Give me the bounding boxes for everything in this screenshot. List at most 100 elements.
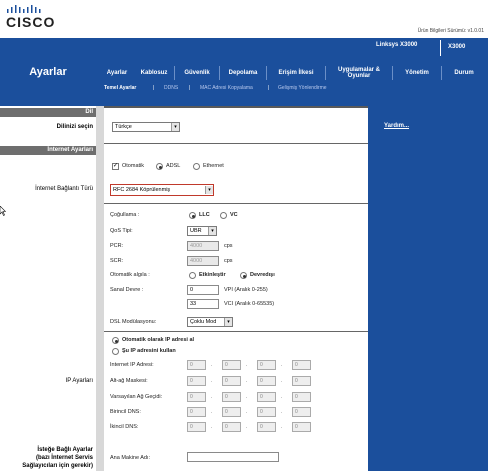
tab-uygulamalar-oyunlar[interactable]: Uygulamalar & Oyunlar xyxy=(326,62,392,84)
ip-octet-input[interactable]: 0 xyxy=(222,360,241,370)
ip-octet-input[interactable]: 0 xyxy=(292,376,311,386)
page-title: Ayarlar xyxy=(0,38,96,106)
tab-depolama[interactable]: Depolama xyxy=(220,62,266,84)
tab-yonetim[interactable]: Yönetim xyxy=(393,62,441,84)
vci-input[interactable]: 33 xyxy=(187,299,219,309)
hostname-input[interactable] xyxy=(187,452,279,462)
ip-octet-separator: . xyxy=(246,362,248,368)
subtab-gelismis-yonlendirme[interactable]: Gelişmiş Yönlendirme xyxy=(278,85,327,91)
brand-logo-text: CISCO xyxy=(6,14,56,30)
auto-detect-checkbox[interactable]: ✓ xyxy=(112,163,119,170)
ip-octet-separator: . xyxy=(281,424,283,430)
ip-octet-input[interactable]: 0 xyxy=(222,376,241,386)
llc-label: LLC xyxy=(199,212,210,218)
ip-octet-input[interactable]: 0 xyxy=(257,376,276,386)
dsl-modulation-value: Çoklu Mod xyxy=(190,319,217,325)
vpi-input[interactable]: 0 xyxy=(187,285,219,295)
section-row xyxy=(104,146,368,155)
subtab-ddns[interactable]: DDNS xyxy=(164,85,178,91)
mouse-cursor-icon xyxy=(0,206,6,216)
language-select[interactable]: Türkçe ▾ xyxy=(112,122,180,132)
ip-octet-input[interactable]: 0 xyxy=(257,360,276,370)
ip-octet-input[interactable]: 0 xyxy=(222,407,241,417)
ip-octet-input[interactable]: 0 xyxy=(187,376,206,386)
ip-settings-label: IP Ayarları xyxy=(65,378,93,384)
ip-octet-input[interactable]: 0 xyxy=(257,407,276,417)
scr-unit: cps xyxy=(224,258,233,264)
dsl-modulation-label: DSL Modülasyonu: xyxy=(110,319,157,325)
ip-octet-separator: . xyxy=(246,378,248,384)
tab-guvenlik[interactable]: Güvenlik xyxy=(175,62,219,84)
cisco-logo-icon xyxy=(7,5,41,13)
ip-octet-input[interactable]: 0 xyxy=(187,407,206,417)
ip-octet-input[interactable]: 0 xyxy=(292,422,311,432)
column-divider xyxy=(96,106,104,471)
model-bar xyxy=(96,38,488,57)
ip-octet-separator: . xyxy=(281,378,283,384)
chevron-down-icon: ▾ xyxy=(171,123,179,131)
auto-detect-setting-label: Otomatik algıla : xyxy=(110,272,150,278)
subnav-divider: | xyxy=(268,85,270,91)
ip-octet-input[interactable]: 0 xyxy=(187,422,206,432)
ip-manual-label: Şu IP adresini kullan xyxy=(122,348,176,354)
ip-field-label: İkincil DNS: xyxy=(110,424,139,430)
help-link[interactable]: Yardım... xyxy=(384,123,409,129)
vc-label: VC xyxy=(230,212,238,218)
connection-type-select[interactable]: RFC 2684 Köprülenmiş ▾ xyxy=(110,184,214,196)
ip-octet-separator: . xyxy=(246,424,248,430)
ip-auto-radio[interactable] xyxy=(112,337,119,344)
llc-radio[interactable] xyxy=(189,212,196,219)
ip-field-label: Alt-ağ Maskesi: xyxy=(110,378,148,384)
ip-octet-separator: . xyxy=(211,394,213,400)
ip-octet-input[interactable]: 0 xyxy=(222,422,241,432)
auto-detect-label: Otomatik xyxy=(122,163,145,169)
ip-octet-separator: . xyxy=(211,362,213,368)
ip-octet-separator: . xyxy=(281,409,283,415)
ip-manual-radio[interactable] xyxy=(112,348,119,355)
hostname-label: Ana Makine Adı: xyxy=(110,455,151,461)
ip-octet-separator: . xyxy=(211,378,213,384)
sidebar xyxy=(0,106,96,471)
divider-line xyxy=(104,203,368,204)
dsl-modulation-select[interactable]: Çoklu Mod ▾ xyxy=(187,317,233,327)
chevron-down-icon: ▾ xyxy=(224,318,232,326)
tab-kablosuz[interactable]: Kablosuz xyxy=(134,62,174,84)
ip-octet-input[interactable]: 0 xyxy=(292,392,311,402)
tab-erisim-ilkesi[interactable]: Erişim İlkesi xyxy=(267,62,325,84)
ip-octet-input[interactable]: 0 xyxy=(222,392,241,402)
ip-octet-separator: . xyxy=(281,362,283,368)
ip-octet-input[interactable]: 0 xyxy=(187,360,206,370)
virtual-circuit-label: Sanal Devre : xyxy=(110,287,144,293)
qos-value: UBR xyxy=(190,228,202,234)
ip-octet-input[interactable]: 0 xyxy=(292,407,311,417)
scr-input[interactable]: 4000 xyxy=(187,256,219,266)
model-divider xyxy=(440,40,441,56)
tab-durum[interactable]: Durum xyxy=(442,62,486,84)
adsl-radio[interactable] xyxy=(156,163,163,170)
pcr-input[interactable]: 4000 xyxy=(187,241,219,251)
ip-field-label: Varsayılan Ağ Geçidi: xyxy=(110,394,163,400)
ip-octet-input[interactable]: 0 xyxy=(257,422,276,432)
vc-radio[interactable] xyxy=(220,212,227,219)
optional-settings-note-2: Sağlayıcıları için gerekir) xyxy=(22,463,93,469)
tab-ayarlar[interactable]: Ayarlar xyxy=(100,62,134,84)
subtab-mac-kopyalama[interactable]: MAC Adresi Kopyalama xyxy=(200,85,253,91)
ip-octet-separator: . xyxy=(211,424,213,430)
ethernet-radio[interactable] xyxy=(193,163,200,170)
enable-label: Etkinleştir xyxy=(199,272,226,278)
ip-octet-input[interactable]: 0 xyxy=(187,392,206,402)
ip-octet-input[interactable]: 0 xyxy=(257,392,276,402)
ip-octet-separator: . xyxy=(281,394,283,400)
subnav-divider: | xyxy=(153,85,155,91)
disable-radio[interactable] xyxy=(240,272,247,279)
chevron-down-icon: ▾ xyxy=(205,186,213,194)
pcr-label: PCR: xyxy=(110,243,124,249)
pcr-unit: cps xyxy=(224,243,233,249)
ip-octet-input[interactable]: 0 xyxy=(292,360,311,370)
language-select-value: Türkçe xyxy=(115,124,132,130)
qos-select[interactable]: UBR ▾ xyxy=(187,226,217,236)
model-name: Linksys X3000 xyxy=(376,42,418,48)
subtab-temel-ayarlar[interactable]: Temel Ayarlar xyxy=(104,85,136,91)
enable-radio[interactable] xyxy=(189,272,196,279)
adsl-label: ADSL xyxy=(166,163,181,169)
